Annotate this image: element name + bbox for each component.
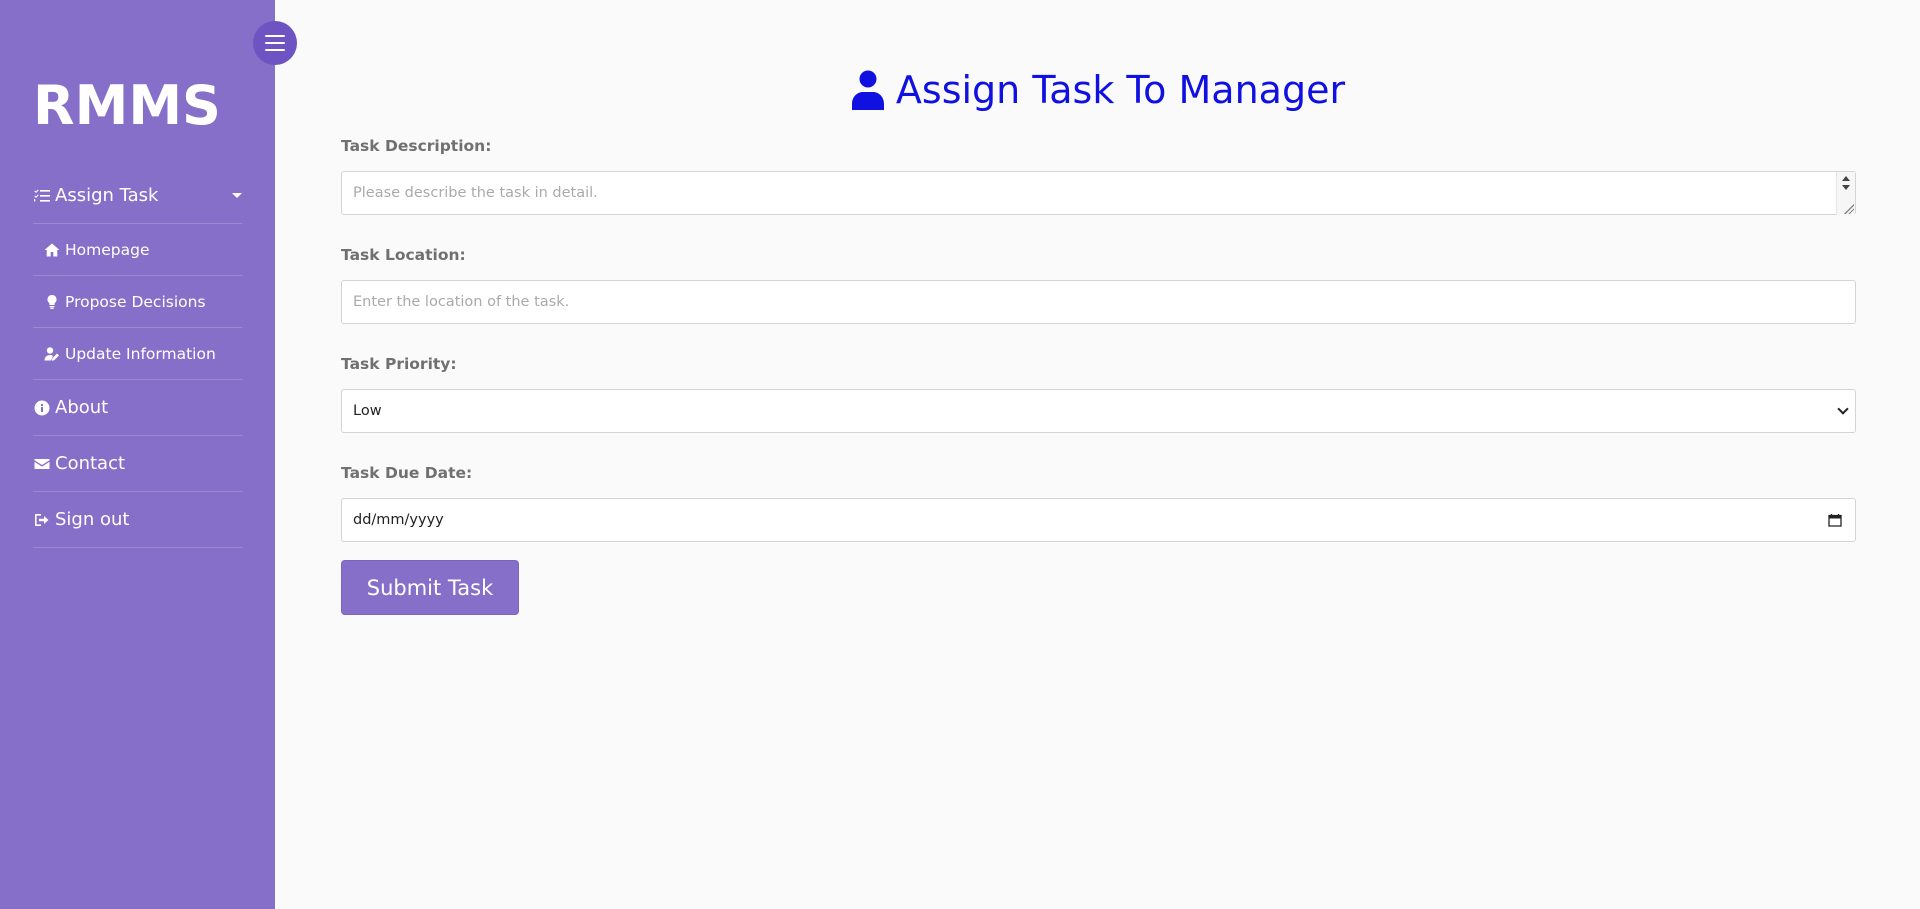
- textarea-scroll-controls[interactable]: [1836, 172, 1855, 215]
- sidebar-item-sign-out: Sign out: [33, 492, 242, 548]
- update-information-link[interactable]: Update Information: [33, 328, 242, 379]
- sidebar-item-propose-decisions: Propose Decisions: [33, 276, 242, 328]
- task-priority-label: Task Priority:: [341, 355, 457, 373]
- info-circle-icon: [33, 399, 51, 417]
- scroll-down-icon[interactable]: [1842, 185, 1850, 190]
- task-due-date-value: dd/mm/yyyy: [353, 512, 444, 528]
- user-tie-icon: [850, 70, 886, 110]
- task-priority-value: Low: [353, 403, 382, 419]
- sidebar: RMMS Assign Task Homepage Propose Decisi…: [0, 0, 275, 909]
- sidebar-item-label: Assign Task: [55, 185, 159, 206]
- sidebar-item-label: Update Information: [65, 344, 216, 363]
- assign-task-form: Task Description: Please describe the ta…: [341, 137, 1856, 615]
- sidebar-item-label: About: [55, 397, 109, 418]
- task-due-date-field[interactable]: dd/mm/yyyy: [341, 498, 1856, 542]
- envelope-icon: [33, 455, 51, 473]
- sign-out-icon: [33, 511, 51, 529]
- sidebar-item-assign-task: Assign Task: [33, 168, 242, 224]
- submit-task-button[interactable]: Submit Task: [341, 560, 519, 615]
- sidebar-toggle-button[interactable]: [253, 21, 297, 65]
- task-location-label: Task Location:: [341, 246, 466, 264]
- sidebar-item-label: Contact: [55, 453, 126, 474]
- page-title-text: Assign Task To Manager: [895, 68, 1346, 112]
- hamburger-menu-icon: [265, 35, 285, 51]
- sidebar-item-label: Sign out: [55, 509, 130, 530]
- page-title: Assign Task To Manager: [275, 68, 1920, 112]
- propose-decisions-link[interactable]: Propose Decisions: [33, 276, 242, 327]
- sidebar-item-update-information: Update Information: [33, 328, 242, 380]
- sidebar-item-label: Propose Decisions: [65, 292, 206, 311]
- calendar-icon[interactable]: [1828, 513, 1842, 527]
- main-content: Assign Task To Manager Task Description:…: [275, 0, 1920, 909]
- tasks-checklist-icon: [33, 187, 51, 205]
- task-priority-select[interactable]: Low: [341, 389, 1856, 433]
- task-description-field[interactable]: Please describe the task in detail.: [341, 171, 1856, 215]
- task-location-placeholder: Enter the location of the task.: [353, 294, 570, 310]
- sidebar-item-homepage: Homepage: [33, 224, 242, 276]
- home-icon: [43, 241, 61, 259]
- scroll-up-icon[interactable]: [1842, 176, 1850, 181]
- chevron-down-icon: [1837, 403, 1849, 415]
- brand-logo: RMMS: [33, 74, 221, 137]
- task-description-placeholder: Please describe the task in detail.: [353, 185, 598, 201]
- sign-out-link[interactable]: Sign out: [33, 492, 242, 547]
- about-link[interactable]: About: [33, 380, 242, 435]
- task-location-field[interactable]: Enter the location of the task.: [341, 280, 1856, 324]
- user-edit-icon: [43, 345, 61, 363]
- homepage-link[interactable]: Homepage: [33, 224, 242, 275]
- assign-task-dropdown[interactable]: Assign Task: [33, 168, 242, 223]
- caret-down-icon: [232, 193, 242, 198]
- lightbulb-icon: [43, 293, 61, 311]
- sidebar-item-contact: Contact: [33, 436, 242, 492]
- task-due-date-label: Task Due Date:: [341, 464, 473, 482]
- task-description-label: Task Description:: [341, 137, 492, 155]
- sidebar-item-label: Homepage: [65, 240, 150, 259]
- resize-grip-icon[interactable]: [1844, 204, 1854, 214]
- contact-link[interactable]: Contact: [33, 436, 242, 491]
- sidebar-item-about: About: [33, 380, 242, 436]
- sidebar-nav: Assign Task Homepage Propose Decisions U…: [33, 168, 242, 548]
